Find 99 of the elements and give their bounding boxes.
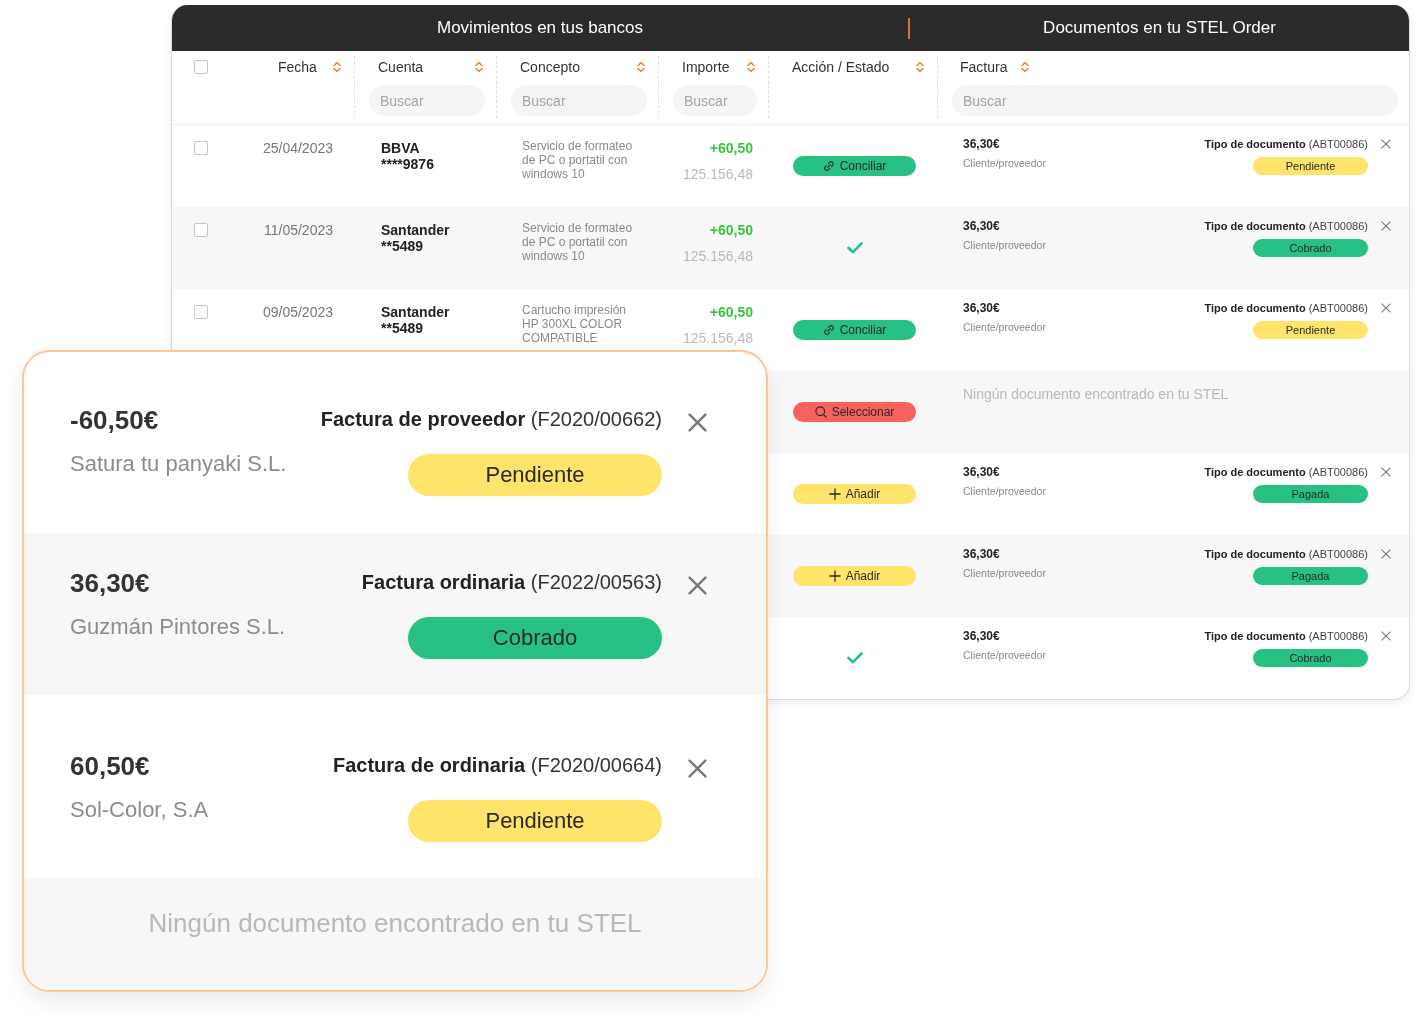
document-type: Factura de ordinaria (F2020/00664): [332, 753, 662, 777]
close-icon[interactable]: [1381, 631, 1391, 641]
account-number: **5489: [381, 238, 424, 254]
invoice-amount: 60,50€: [70, 751, 150, 781]
bank-name: Santander: [381, 304, 450, 320]
column-header: Acción / Estado: [792, 59, 890, 75]
transaction-date: 09/05/2023: [262, 304, 333, 320]
document-type: Tipo de documento (ABT00086): [1204, 465, 1368, 479]
close-icon[interactable]: [688, 413, 707, 432]
search-field[interactable]: Buscar: [369, 85, 485, 116]
reconcile-button[interactable]: Conciliar: [793, 156, 916, 176]
sort-icon[interactable]: [916, 61, 924, 73]
document-type: Tipo de documento (ABT00086): [1204, 219, 1368, 233]
empty-message: Ningún documento encontrado en tu STEL: [963, 386, 1229, 402]
sort-icon[interactable]: [333, 61, 341, 73]
document-type: Factura de proveedor (F2020/00662): [320, 407, 662, 431]
sort-icon[interactable]: [475, 61, 483, 73]
link-icon: [822, 324, 835, 336]
document-type: Factura ordinaria (F2022/00563): [361, 570, 662, 594]
party-name: Cliente/proveedor: [963, 320, 1046, 334]
invoice-amount: 36,30€: [963, 465, 1000, 479]
party-name: Cliente/proveedor: [963, 156, 1046, 170]
bank-name: Santander: [381, 222, 450, 238]
movement-amount: +60,50: [709, 304, 753, 320]
empty-message: Ningún documento encontrado en tu STEL: [148, 908, 642, 938]
add-button[interactable]: Añadir: [793, 484, 916, 504]
close-icon[interactable]: [1381, 549, 1391, 559]
search-field[interactable]: Buscar: [511, 85, 647, 116]
transaction-date: 25/04/2023: [262, 140, 333, 156]
sort-icon[interactable]: [747, 61, 755, 73]
close-icon[interactable]: [688, 576, 707, 595]
invoice-amount: 36,30€: [70, 568, 150, 598]
status-badge: Pendiente: [408, 800, 662, 842]
concept-text: Cartucho impresión HP 300XL COLOR COMPATIBLE: [522, 303, 628, 345]
movement-amount: +60,50: [709, 140, 753, 156]
reconcile-button[interactable]: Conciliar: [793, 320, 916, 340]
select-button[interactable]: Seleccionar: [793, 402, 916, 422]
status-badge: Cobrado: [1253, 239, 1368, 257]
document-type: Tipo de documento (ABT00086): [1204, 137, 1368, 151]
plus-icon: [828, 570, 841, 582]
column-header: Concepto: [520, 59, 580, 75]
checkbox[interactable]: [194, 223, 208, 237]
column-header: Factura: [960, 59, 1008, 75]
invoice-amount: -60,50€: [70, 405, 159, 435]
bank-name: BBVA: [381, 140, 420, 156]
checkbox[interactable]: [194, 305, 208, 319]
invoice-amount: 36,30€: [963, 219, 1000, 233]
close-icon[interactable]: [1381, 139, 1391, 149]
search-icon: [814, 406, 827, 418]
checkbox[interactable]: [194, 141, 208, 155]
section-title: Documentos en tu STEL Order: [1043, 18, 1276, 38]
concept-text: Servicio de formateo de PC o portatil con windows 10: [522, 221, 634, 263]
invoice-amount: 36,30€: [963, 137, 1000, 151]
column-header: Importe: [682, 59, 730, 75]
status-badge: Cobrado: [1253, 649, 1368, 667]
close-icon[interactable]: [688, 759, 707, 778]
transaction-date: 11/05/2023: [263, 222, 333, 238]
close-icon[interactable]: [1381, 467, 1391, 477]
party-name: Guzmán Pintores S.L.: [70, 614, 286, 640]
invoice-amount: 36,30€: [963, 547, 1000, 561]
sort-icon[interactable]: [637, 61, 645, 73]
status-badge: Pendiente: [408, 454, 662, 496]
link-icon: [822, 160, 835, 172]
search-field[interactable]: Buscar: [673, 85, 757, 116]
status-badge: Pendiente: [1253, 321, 1368, 339]
balance-text: 125.156,48: [682, 166, 753, 182]
party-name: Satura tu panyaki S.L.: [70, 451, 287, 477]
party-name: Cliente/proveedor: [963, 484, 1046, 498]
movement-amount: +60,50: [709, 222, 753, 238]
column-header: Fecha: [278, 59, 317, 75]
document-type: Tipo de documento (ABT00086): [1204, 301, 1368, 315]
balance-text: 125.156,48: [682, 330, 753, 346]
concept-text: Servicio de formateo de PC o portatil con windows 10: [522, 139, 634, 181]
section-title: Movimientos en tus bancos: [437, 18, 643, 38]
add-button[interactable]: Añadir: [793, 566, 916, 586]
invoice-amount: 36,30€: [963, 629, 1000, 643]
sort-icon[interactable]: [1021, 61, 1030, 73]
status-badge: Pagada: [1253, 567, 1368, 585]
invoice-amount: 36,30€: [963, 301, 1000, 315]
document-type: Tipo de documento (ABT00086): [1204, 547, 1368, 561]
search-field[interactable]: Buscar: [952, 85, 1398, 116]
check-icon: [847, 242, 863, 254]
close-icon[interactable]: [1381, 303, 1391, 313]
balance-text: 125.156,48: [682, 248, 753, 264]
checkbox[interactable]: [194, 60, 208, 74]
party-name: Cliente/proveedor: [963, 566, 1046, 580]
status-badge: Cobrado: [408, 617, 662, 659]
plus-icon: [828, 488, 841, 500]
check-icon: [847, 652, 863, 664]
party-name: Cliente/proveedor: [963, 238, 1046, 252]
close-icon[interactable]: [1381, 221, 1391, 231]
account-number: ****9876: [381, 156, 434, 172]
document-type: Tipo de documento (ABT00086): [1204, 629, 1368, 643]
party-name: Cliente/proveedor: [963, 648, 1046, 662]
status-badge: Pagada: [1253, 485, 1368, 503]
party-name: Sol-Color, S.A: [70, 797, 209, 823]
account-number: **5489: [381, 320, 424, 336]
status-badge: Pendiente: [1253, 157, 1368, 175]
column-header: Cuenta: [378, 59, 424, 75]
